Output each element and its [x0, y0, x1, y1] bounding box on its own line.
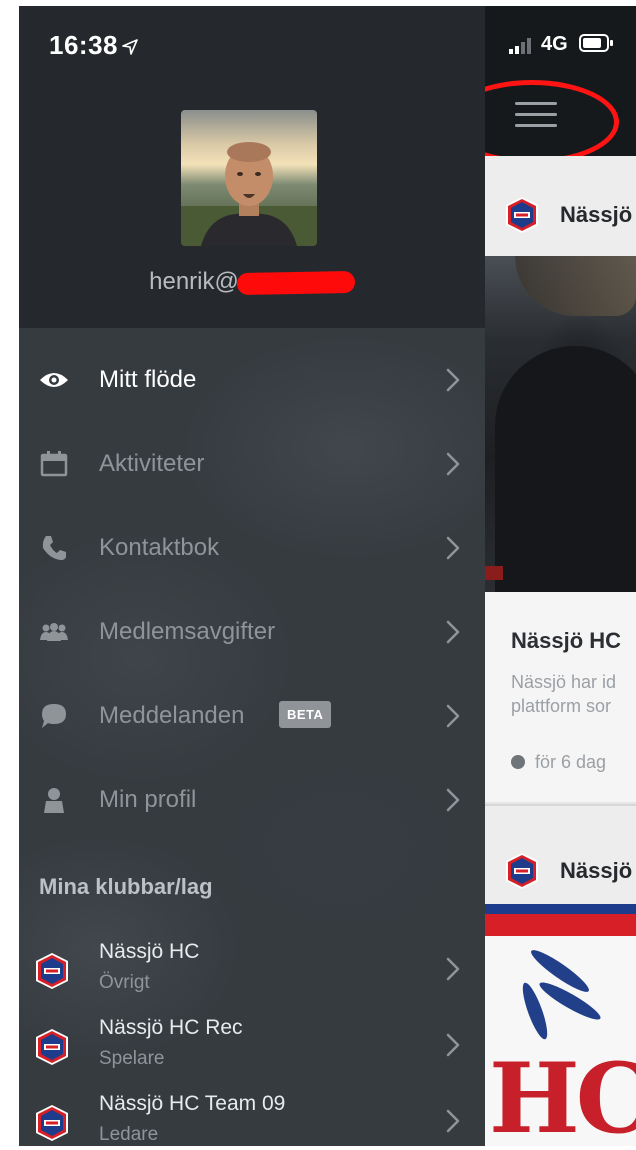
location-arrow-icon [122, 39, 138, 55]
chat-bubble-icon [39, 701, 69, 731]
calendar-icon [39, 449, 69, 479]
app-screen: 16:38 henrik@ Mitt flöde Aktiviteter Kon… [19, 6, 636, 1146]
redaction-mark [236, 270, 356, 295]
cellular-signal-icon [509, 38, 531, 54]
menu-item-min-profil[interactable]: Min profil [19, 758, 485, 842]
status-bar-time: 16:38 [49, 30, 138, 61]
side-drawer: 16:38 henrik@ Mitt flöde Aktiviteter Kon… [19, 6, 485, 1146]
menu-item-kontaktbok[interactable]: Kontaktbok [19, 506, 485, 590]
menu-item-mitt-flode[interactable]: Mitt flöde [19, 338, 485, 422]
post-excerpt: Nässjö har id [511, 672, 617, 692]
post-timestamp: för 6 dag [511, 752, 606, 773]
chevron-right-icon [446, 957, 460, 981]
club-logo-icon [36, 1105, 68, 1141]
post-image[interactable]: HC [485, 904, 636, 1146]
club-logo-icon [36, 953, 68, 989]
club-item[interactable]: Nässjö HC Övrigt [19, 936, 485, 1008]
club-logo-icon [36, 1029, 68, 1065]
beta-badge: BETA [279, 701, 332, 728]
chevron-right-icon [446, 536, 460, 560]
post-image-text: HC [489, 1042, 636, 1146]
drawer-profile-header: 16:38 henrik@ [19, 6, 485, 328]
club-logo-icon [506, 853, 538, 889]
members-icon [39, 617, 69, 647]
main-top-bar: 4G [485, 6, 636, 164]
main-feed: 4G Nässjö Nässjö HC Nässjö har id plattf… [485, 6, 636, 1146]
annotation-circle [485, 80, 619, 164]
post-header[interactable]: Nässjö [485, 156, 636, 256]
network-type: 4G [541, 33, 568, 55]
post-excerpt: plattform sor [511, 696, 612, 716]
club-logo-icon [506, 197, 538, 233]
post-body[interactable]: Nässjö HC Nässjö har id plattform sor fö… [485, 592, 636, 802]
avatar-photo [181, 110, 317, 246]
chevron-right-icon [446, 452, 460, 476]
clubs-section-heading: Mina klubbar/lag [39, 874, 213, 899]
clock-icon [511, 755, 525, 769]
profile-email: henrik@ [19, 268, 485, 296]
menu-item-medlemsavgifter[interactable]: Medlemsavgifter [19, 590, 485, 674]
chevron-right-icon [446, 788, 460, 812]
club-item[interactable]: Nässjö HC Rec Spelare [19, 1012, 485, 1084]
avatar[interactable] [181, 110, 317, 246]
person-icon [39, 785, 69, 815]
phone-icon [39, 533, 69, 563]
menu-item-meddelanden[interactable]: Meddelanden BETA [19, 674, 485, 758]
chevron-right-icon [446, 368, 460, 392]
post-title: Nässjö HC [511, 628, 622, 653]
club-item[interactable]: Nässjö HC Team 09 Ledare [19, 1088, 485, 1146]
battery-icon [579, 34, 613, 52]
chevron-right-icon [446, 1109, 460, 1133]
chevron-right-icon [446, 1033, 460, 1057]
chevron-right-icon [446, 620, 460, 644]
post-image[interactable] [485, 256, 636, 606]
post-header[interactable]: Nässjö [485, 804, 636, 904]
chevron-right-icon [446, 704, 460, 728]
menu-item-aktiviteter[interactable]: Aktiviteter [19, 422, 485, 506]
eye-icon [39, 365, 69, 395]
